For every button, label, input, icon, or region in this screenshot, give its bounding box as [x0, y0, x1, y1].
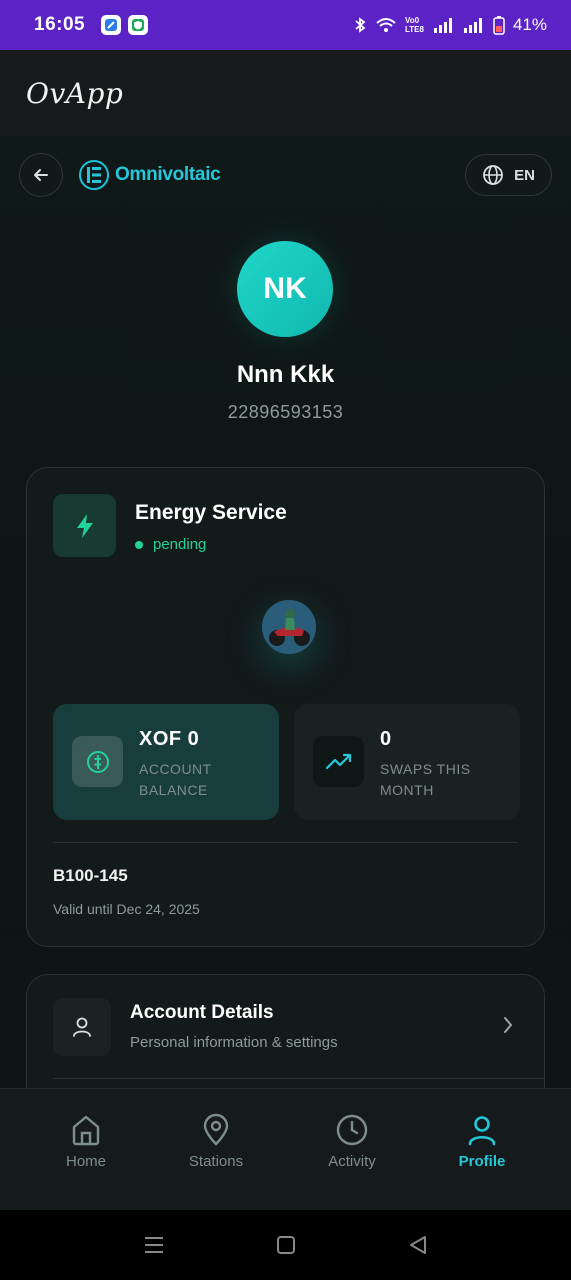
omnivoltaic-logo-icon — [79, 160, 109, 190]
nav-stations[interactable]: Stations — [156, 1113, 276, 1170]
system-nav-bar — [0, 1210, 571, 1280]
trending-up-icon — [313, 736, 364, 787]
energy-service-title: Energy Service — [135, 501, 287, 524]
chevron-right-icon — [502, 1015, 514, 1040]
notification-icons — [101, 15, 149, 35]
home-square-icon[interactable] — [275, 1234, 297, 1256]
swaps-label: SWAPS THIS MONTH — [380, 761, 471, 798]
currency-icon — [72, 736, 123, 787]
brand-name: Omnivoltaic — [115, 164, 221, 185]
status-badge: pending — [135, 536, 206, 553]
avatar: NK — [237, 241, 333, 337]
status-text: pending — [153, 536, 207, 553]
plan-code: B100-145 — [53, 866, 128, 885]
status-time: 16:05 — [34, 14, 86, 35]
balance-label: ACCOUNT BALANCE — [139, 761, 212, 798]
arrow-left-icon — [34, 169, 48, 181]
wifi-icon — [376, 18, 396, 32]
status-bar: 16:05 Vo0 LTE8 41% — [0, 0, 571, 50]
nav-home-label: Home — [65, 1153, 106, 1170]
valid-until: Valid until Dec 24, 2025 — [53, 901, 200, 917]
swaps-card[interactable]: 0 SWAPS THIS MONTH — [294, 704, 520, 820]
avatar-initials: NK — [263, 272, 307, 305]
battery-icon — [493, 16, 505, 35]
top-nav: Omnivoltaic EN — [19, 153, 552, 197]
map-pin-icon — [203, 1113, 229, 1146]
lightning-icon — [53, 494, 116, 557]
globe-icon — [483, 165, 503, 185]
divider — [53, 842, 518, 843]
user-icon — [53, 998, 111, 1056]
shield-icon — [128, 15, 149, 35]
battery-percent: 41% — [512, 15, 547, 34]
network-label: Vo0 LTE8 — [404, 16, 424, 34]
account-details-title: Account Details — [130, 1002, 274, 1023]
bluetooth-icon — [355, 17, 366, 33]
nav-stations-label: Stations — [188, 1153, 244, 1170]
balance-value: XOF 0 — [139, 728, 200, 750]
user-phone: 22896593153 — [227, 402, 344, 422]
status-dot — [135, 540, 143, 549]
back-button[interactable] — [19, 153, 63, 197]
bottom-nav: Home Stations Activity Profile — [0, 1088, 571, 1210]
app-title: OvApp — [26, 76, 124, 110]
swaps-value: 0 — [380, 728, 392, 750]
signal-icon-2 — [463, 18, 482, 33]
nav-profile[interactable]: Profile — [422, 1113, 542, 1170]
menu-icon[interactable] — [143, 1234, 165, 1256]
nav-profile-label: Profile — [458, 1153, 506, 1170]
mail-icon — [101, 15, 122, 35]
language-label: EN — [514, 166, 535, 184]
user-name: Nnn Kkk — [236, 361, 335, 388]
home-icon — [72, 1115, 100, 1146]
vehicle-image — [262, 600, 316, 654]
clock-icon — [336, 1114, 368, 1146]
energy-service-card: Energy Service pending XOF 0 ACCOUNT BAL… — [26, 467, 545, 947]
account-details-card[interactable]: Account Details Personal information & s… — [26, 974, 545, 1088]
nav-activity[interactable]: Activity — [292, 1113, 412, 1170]
system-indicators: Vo0 LTE8 41% — [353, 15, 547, 35]
divider — [53, 1078, 544, 1079]
account-details-subtitle: Personal information & settings — [130, 1034, 338, 1051]
language-selector[interactable]: EN — [465, 154, 552, 196]
app-bar: OvApp — [0, 50, 571, 136]
nav-home[interactable]: Home — [26, 1113, 146, 1170]
main-content[interactable]: Omnivoltaic EN NK Nnn Kkk 22896593153 En… — [0, 136, 571, 1088]
user-icon — [468, 1116, 496, 1146]
signal-icon — [433, 18, 452, 33]
account-balance-card[interactable]: XOF 0 ACCOUNT BALANCE — [53, 704, 279, 820]
brand: Omnivoltaic — [79, 160, 221, 190]
nav-activity-label: Activity — [328, 1153, 376, 1170]
back-triangle-icon[interactable] — [407, 1234, 429, 1256]
